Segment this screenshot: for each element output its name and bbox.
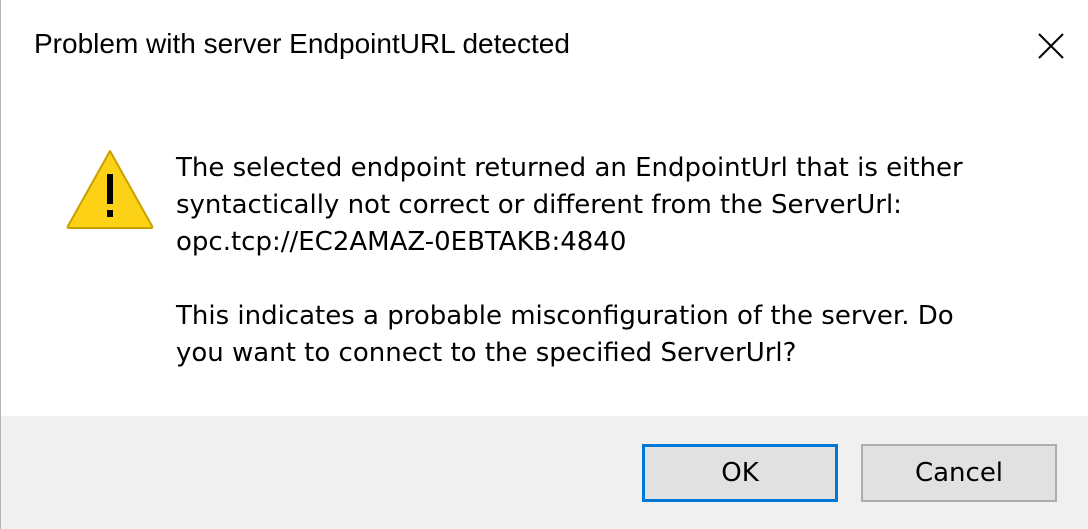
- button-bar: OK Cancel: [1, 416, 1088, 529]
- title-bar: Problem with server EndpointURL detected: [1, 0, 1088, 96]
- ok-button[interactable]: OK: [642, 444, 838, 502]
- dialog-body: The selected endpoint returned an Endpoi…: [1, 96, 1088, 416]
- warning-icon: [66, 150, 154, 229]
- close-icon: [1038, 33, 1064, 59]
- window-title: Problem with server EndpointURL detected: [34, 28, 570, 59]
- cancel-button[interactable]: Cancel: [861, 444, 1057, 502]
- message-paragraph-1: The selected endpoint returned an Endpoi…: [176, 153, 963, 257]
- close-button[interactable]: [1013, 0, 1088, 92]
- message-dialog: Problem with server EndpointURL detected…: [0, 0, 1088, 529]
- message-text: The selected endpoint returned an Endpoi…: [176, 150, 1056, 372]
- message-paragraph-2: This indicates a probable misconfigurati…: [176, 301, 954, 368]
